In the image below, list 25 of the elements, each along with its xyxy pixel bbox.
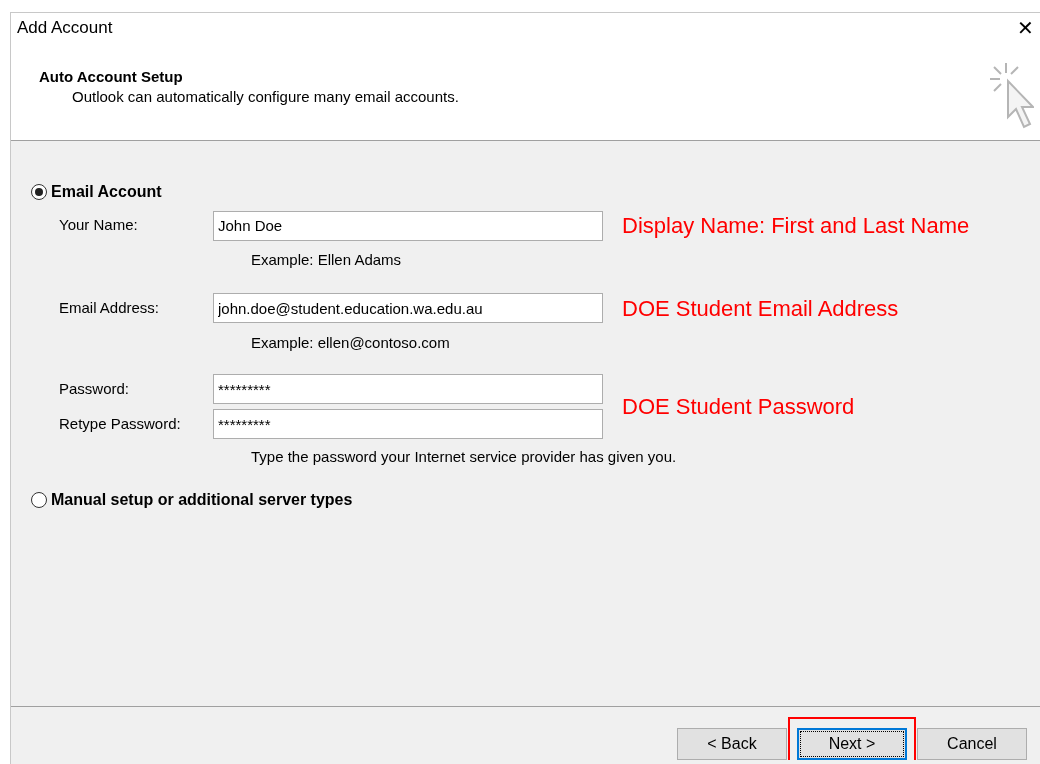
radio-button[interactable] [31,491,47,508]
annotation-text: Display Name: First and Last Name [622,212,970,240]
field-label: Retype Password: [58,413,182,434]
radio-label[interactable]: Manual setup or additional server types [51,487,353,512]
header-title: Auto Account Setup [39,67,184,87]
input-field[interactable]: john.doe@student.education.wa.edu.au [213,293,603,323]
input-field[interactable]: John Doe [213,210,603,241]
field-label: Email Address: [58,297,161,318]
dialog-button[interactable]: < Back [677,728,787,760]
window-title: Add Account [17,17,113,40]
input-field[interactable]: ********* [213,374,603,404]
radio-button[interactable] [31,184,47,200]
dialog-button[interactable]: Next > [797,728,907,760]
field-label: Your Name: [58,215,139,236]
hint-text: Type the password your Internet service provider has given you. [251,447,677,467]
hint-text: Example: ellen@contoso.com [251,332,450,353]
close-button[interactable]: ✕ [1013,18,1038,38]
annotation-text: DOE Student Password [622,393,855,421]
hint-text: Example: Ellen Adams [251,250,402,270]
input-field[interactable]: ********* [213,409,603,439]
header-subtitle: Outlook can automatically configure many email accounts. [71,87,459,107]
dialog-button[interactable]: Cancel [917,728,1027,760]
radio-label[interactable]: Email Account [51,180,162,204]
field-label: Password: [58,378,131,399]
annotation-text: DOE Student Email Address [622,294,899,323]
